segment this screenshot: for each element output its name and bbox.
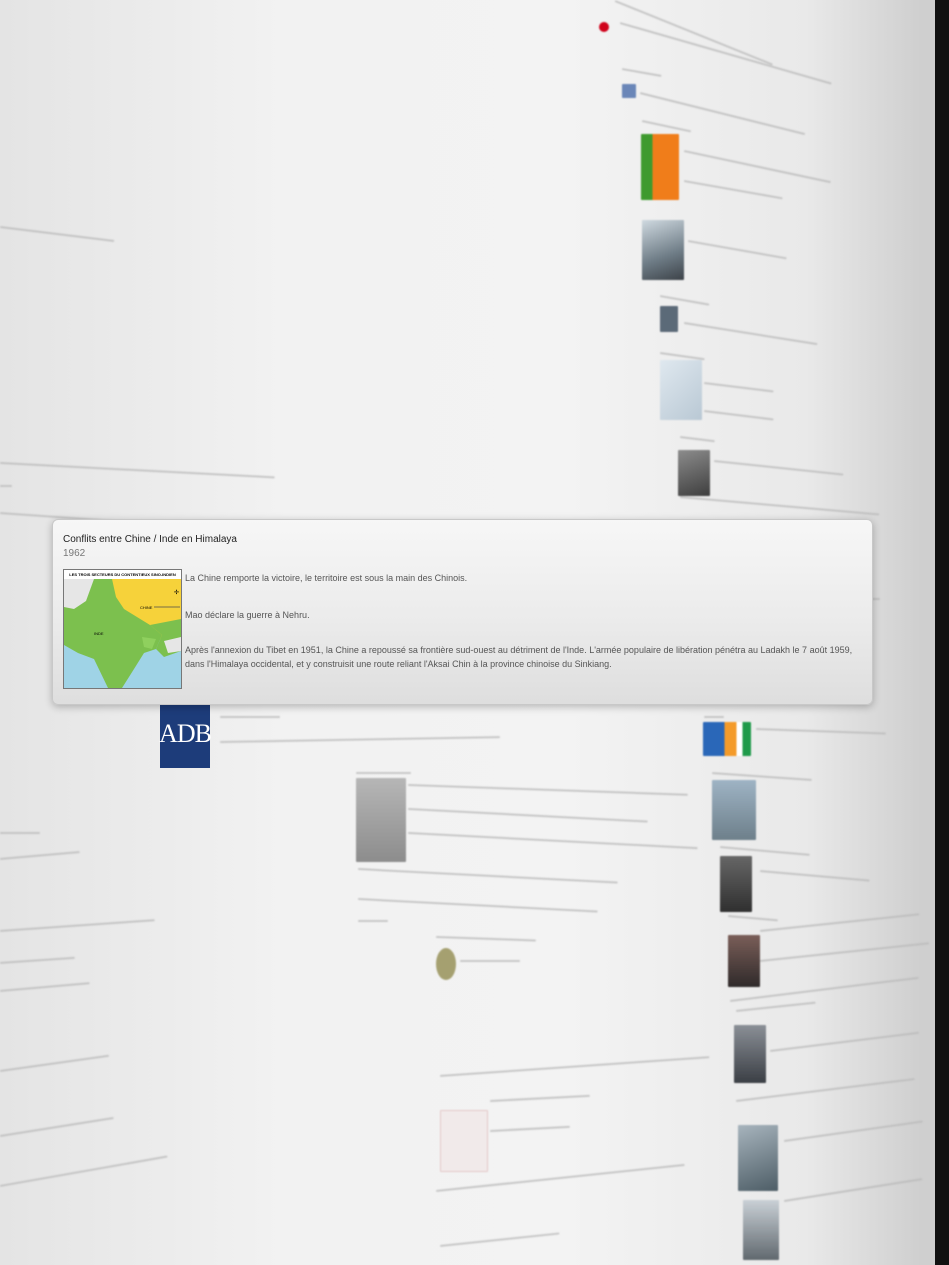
timeline-text-line: [0, 956, 75, 964]
timeline-text-line: [219, 736, 500, 743]
thumbnail-image: [660, 360, 702, 420]
timeline-text-line: [358, 920, 388, 922]
event-title: Conflits entre Chine / Inde en Himalaya: [63, 534, 237, 545]
thumbnail-image: [712, 780, 756, 840]
timeline-text-line: [0, 1155, 168, 1187]
timeline-text-line: [659, 295, 710, 306]
timeline-text-line: [0, 1054, 110, 1072]
timeline-text-line: [759, 913, 920, 932]
svg-text:INDE: INDE: [94, 631, 104, 636]
thumbnail-image: [356, 778, 406, 862]
thumbnail-image: [440, 1110, 488, 1172]
timeline-text-line: [727, 915, 778, 922]
timeline-text-line: [407, 784, 688, 796]
event-detail-popup[interactable]: Conflits entre Chine / Inde en Himalaya …: [52, 519, 873, 705]
thumbnail-image: [642, 220, 684, 280]
thumbnail-image: [436, 948, 456, 980]
timeline-text-line: [703, 410, 774, 421]
timeline-text-line: [0, 982, 90, 992]
timeline-text-line: [220, 716, 280, 718]
adb-logo: ADB: [159, 700, 212, 768]
thumbnail-image: [678, 450, 710, 496]
timeline-text-line: [439, 1232, 560, 1247]
thumbnail-image: [734, 1025, 766, 1083]
thumbnail-image: [728, 935, 760, 987]
timeline-text-line: [621, 68, 662, 77]
timeline-text-line: [460, 960, 520, 962]
timeline-text-line: [356, 772, 411, 774]
timeline-text-line: [0, 1117, 114, 1137]
timeline-text-line: [783, 1120, 923, 1142]
event-description-paragraph: Après l'annexion du Tibet en 1951, la Ch…: [185, 645, 853, 669]
timeline-text-line: [0, 919, 155, 932]
timeline-text-line: [703, 382, 774, 393]
thumbnail-image: [703, 722, 751, 756]
thumbnail-image: [660, 306, 678, 332]
timeline-text-line: [755, 728, 886, 735]
thumbnail-image: [720, 856, 752, 912]
thumbnail-image: [743, 1200, 779, 1260]
timeline-text-line: [641, 120, 692, 133]
timeline-text-line: [0, 462, 275, 479]
timeline-text-line: [783, 1178, 923, 1202]
timeline-text-line: [683, 322, 818, 346]
timeline-text-line: [357, 898, 598, 913]
timeline-text-line: [614, 0, 773, 66]
timeline-text-line: [679, 496, 880, 516]
timeline-text-line: [439, 1056, 710, 1077]
timeline-text-line: [407, 832, 698, 850]
screen-edge: [935, 0, 949, 1265]
timeline-text-line: [704, 716, 724, 718]
thumbnail-image: [641, 134, 679, 200]
timeline-text-line: [407, 808, 648, 823]
timeline-text-line: [683, 150, 831, 184]
timeline-marker-icon: [599, 22, 609, 32]
timeline-text-line: [0, 485, 12, 487]
timeline-text-line: [639, 92, 806, 136]
timeline-text-line: [357, 868, 618, 884]
timeline-text-line: [0, 832, 40, 834]
timeline-text-line: [735, 1001, 816, 1012]
thumbnail-image: [622, 84, 636, 98]
timeline-text-line: [759, 870, 870, 882]
timeline-text-line: [687, 240, 787, 260]
thumbnail-image: [738, 1125, 778, 1191]
event-year: 1962: [63, 548, 86, 559]
timeline-text-line: [0, 226, 115, 243]
timeline-text-line: [759, 942, 930, 962]
timeline-text-line: [683, 180, 783, 200]
timeline-text-line: [713, 460, 844, 476]
timeline-text-line: [489, 1094, 590, 1102]
event-description-line: Mao déclare la guerre à Nehru.: [185, 610, 310, 620]
timeline-text-line: [0, 851, 80, 860]
timeline-text-line: [679, 436, 715, 443]
timeline-text-line: [435, 936, 536, 942]
timeline-text-line: [719, 846, 810, 856]
svg-text:✢: ✢: [174, 589, 179, 596]
india-china-map-icon: CHINE INDE ✢: [64, 579, 181, 688]
event-description-line: La Chine remporte la victoire, le territ…: [185, 573, 468, 583]
timeline-text-line: [489, 1125, 570, 1132]
timeline-text-line: [769, 1031, 920, 1052]
event-map-image: LES TROIS SECTEURS DU CONTENTIEUX SINO-I…: [63, 569, 182, 689]
svg-text:CHINE: CHINE: [140, 605, 153, 610]
